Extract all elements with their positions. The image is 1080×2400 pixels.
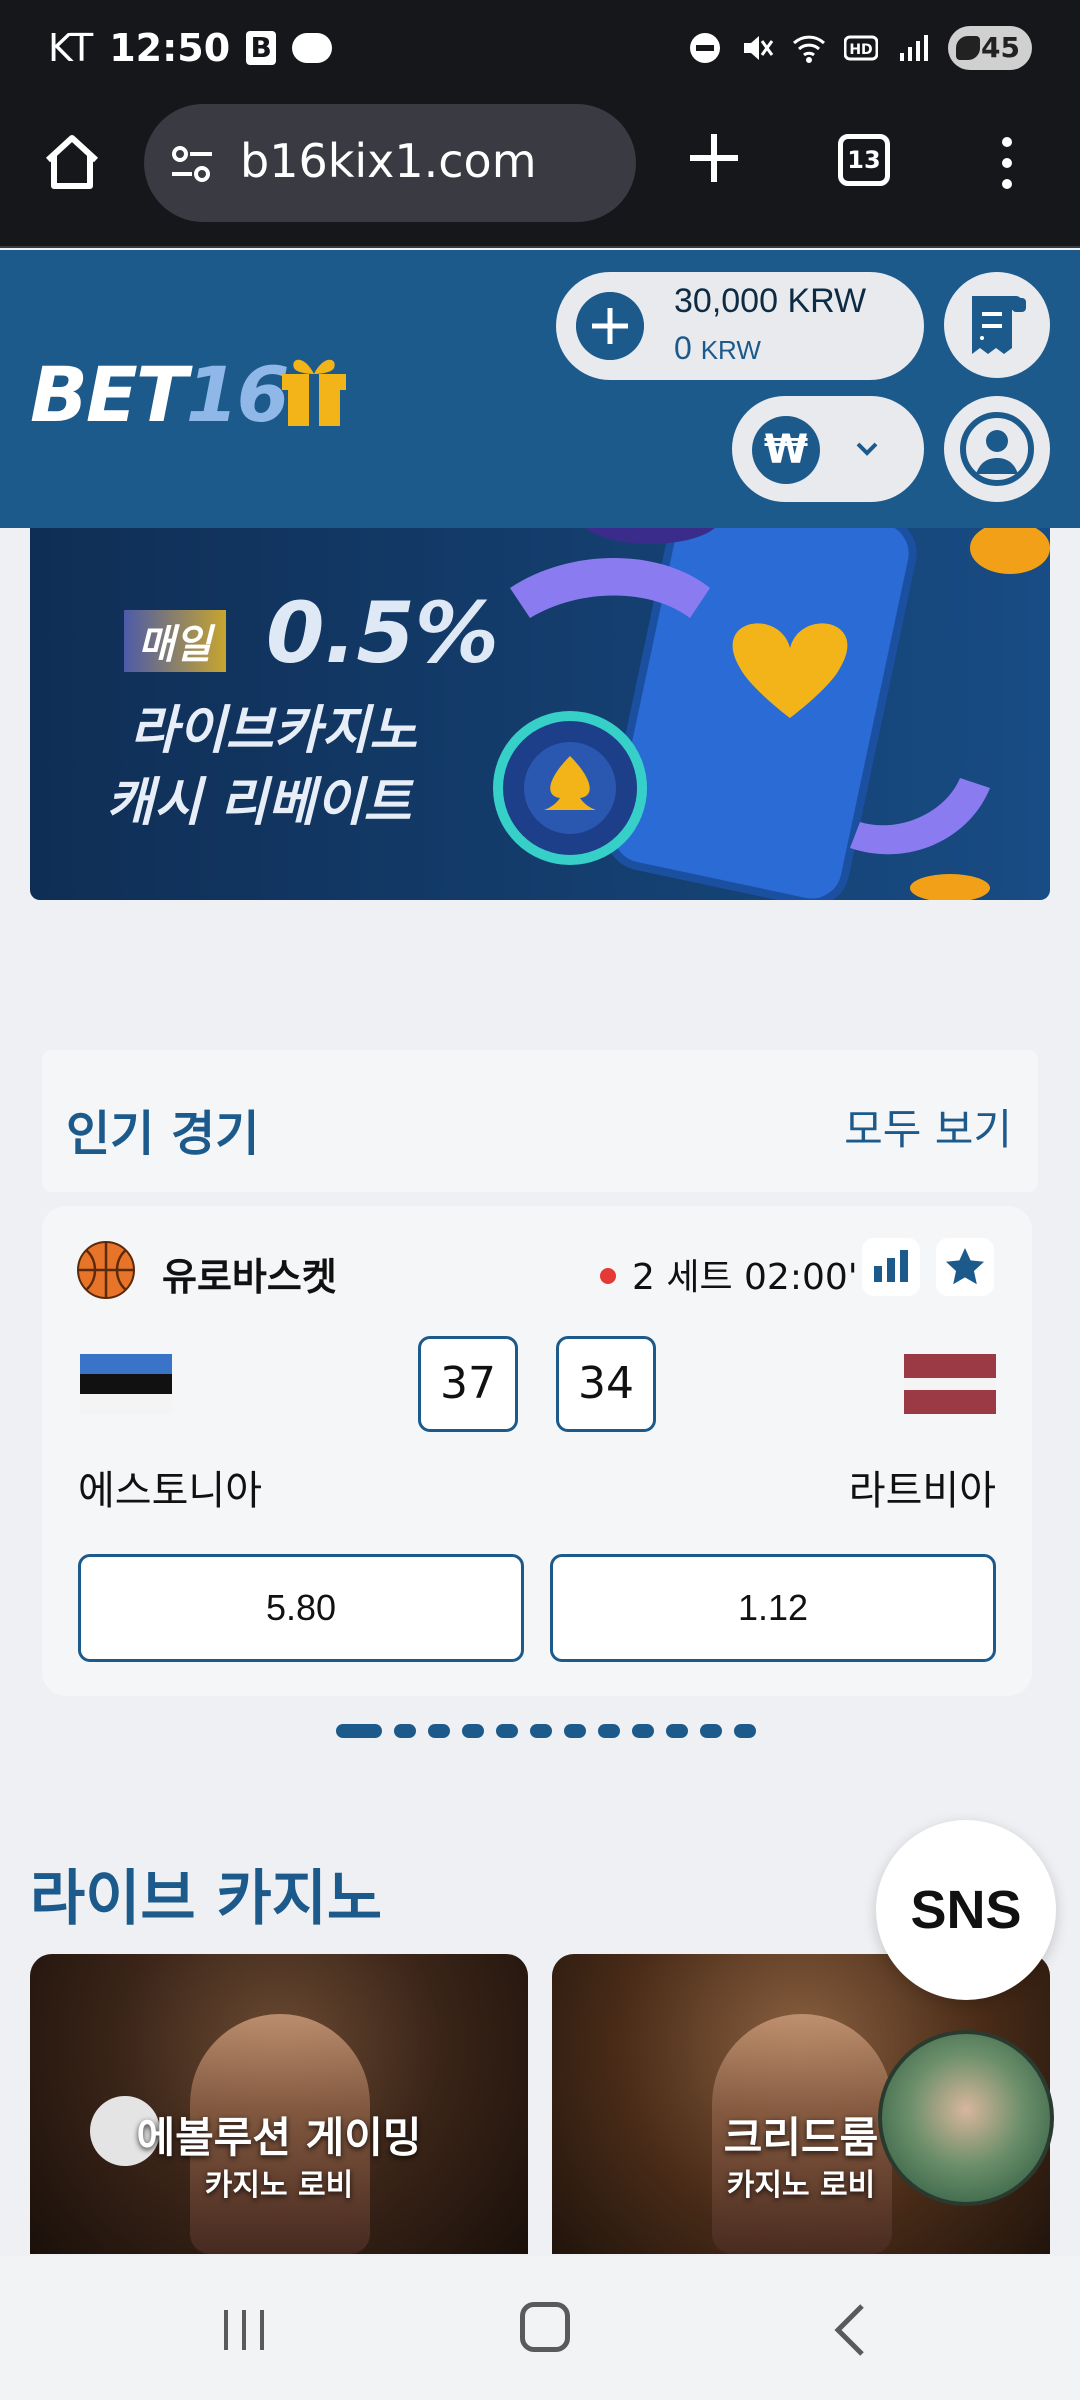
popular-matches-header: 인기 경기 모두 보기 bbox=[42, 1050, 1038, 1192]
receipt-icon bbox=[972, 296, 1026, 354]
recent-apps-icon[interactable] bbox=[218, 2306, 270, 2354]
chat-avatar[interactable] bbox=[878, 2030, 1054, 2206]
pager-dot[interactable] bbox=[734, 1724, 756, 1738]
game-card-evolution[interactable]: 에볼루션 게이밍 카지노 로비 bbox=[30, 1954, 528, 2254]
away-score: 34 bbox=[556, 1336, 656, 1432]
away-team-name: 라트비아 bbox=[848, 1468, 996, 1514]
new-tab-icon[interactable] bbox=[684, 128, 744, 188]
pager-dot[interactable] bbox=[564, 1724, 586, 1738]
back-icon[interactable] bbox=[830, 2302, 870, 2358]
banner-illustration bbox=[493, 528, 1050, 900]
profile-button[interactable] bbox=[944, 396, 1050, 502]
basketball-icon bbox=[77, 1241, 135, 1299]
stats-button[interactable] bbox=[862, 1238, 920, 1296]
mute-icon bbox=[744, 36, 774, 60]
notification-icon bbox=[292, 33, 333, 63]
b-app-icon: B bbox=[246, 31, 277, 65]
status-right: HD 45 bbox=[688, 26, 1032, 70]
banner-percent: 0.5% bbox=[266, 584, 499, 682]
status-bar: KT 12:50 B HD 45 bbox=[0, 0, 1080, 100]
home-odds-button[interactable]: 5.80 bbox=[78, 1554, 524, 1662]
league-name: 유로바스켓 bbox=[162, 1255, 337, 1299]
hd-icon: HD bbox=[844, 35, 878, 61]
site-logo[interactable]: BET16 bbox=[30, 350, 290, 439]
site-settings-icon[interactable] bbox=[170, 142, 214, 186]
home-team-name: 에스토니아 bbox=[78, 1468, 262, 1514]
logo-text: BET bbox=[30, 350, 188, 439]
pager-dot[interactable] bbox=[530, 1724, 552, 1738]
signal-icon bbox=[900, 35, 928, 61]
bet-slip-button[interactable] bbox=[944, 272, 1050, 378]
pager-dot[interactable] bbox=[394, 1724, 416, 1738]
game-subtitle: 카지노 로비 bbox=[204, 2168, 354, 2203]
match-clock: 2 세트 02:00' bbox=[632, 1257, 858, 1298]
dnd-icon bbox=[690, 33, 720, 63]
logo-number: 16 bbox=[185, 350, 290, 439]
latvia-flag-icon bbox=[904, 1354, 996, 1414]
home-score: 37 bbox=[418, 1336, 518, 1432]
carousel-pager[interactable] bbox=[336, 1724, 756, 1740]
favorite-button[interactable] bbox=[936, 1238, 994, 1296]
pager-dot[interactable] bbox=[462, 1724, 484, 1738]
home-nav-icon[interactable] bbox=[520, 2302, 570, 2352]
user-icon bbox=[960, 412, 1034, 486]
home-icon[interactable] bbox=[40, 130, 104, 194]
bar-chart-icon bbox=[874, 1250, 908, 1282]
browser-toolbar: b16kix1.com 13 bbox=[0, 100, 1080, 248]
match-card[interactable]: 유로바스켓 2 세트 02:00' 37 34 에스토니아 라트비아 5.80 … bbox=[42, 1206, 1032, 1696]
star-icon bbox=[946, 1248, 984, 1285]
banner-tag: 매일 bbox=[124, 610, 226, 672]
away-odds-button[interactable]: 1.12 bbox=[550, 1554, 996, 1662]
bonus-balance: 0 KRW bbox=[674, 330, 761, 367]
balance-amount: 30,000 KRW bbox=[674, 282, 867, 320]
system-nav-bar bbox=[0, 2256, 1080, 2400]
wifi-icon bbox=[792, 35, 826, 63]
chevron-down-icon bbox=[856, 442, 878, 456]
url-text[interactable]: b16kix1.com bbox=[240, 134, 537, 188]
pager-dot[interactable] bbox=[700, 1724, 722, 1738]
estonia-flag-icon bbox=[80, 1354, 172, 1414]
balance-widget[interactable]: 30,000 KRW 0 KRW bbox=[556, 272, 924, 380]
game-name: 에볼루션 게이밍 bbox=[136, 2113, 422, 2162]
pager-dot[interactable] bbox=[428, 1724, 450, 1738]
gift-icon[interactable] bbox=[278, 348, 350, 428]
pager-dot[interactable] bbox=[496, 1724, 518, 1738]
status-left: KT 12:50 B bbox=[48, 26, 333, 70]
promo-banner[interactable]: 매일 0.5% 라이브카지노 캐시 리베이트 bbox=[30, 528, 1050, 900]
site-header: BET16 30,000 KRW 0 KRW ₩ bbox=[0, 250, 1080, 528]
banner-subheadline: 캐시 리베이트 bbox=[106, 773, 412, 833]
bonus-balance-value: 0 bbox=[674, 330, 692, 366]
sns-button[interactable]: SNS bbox=[876, 1820, 1056, 2000]
deposit-plus-icon[interactable] bbox=[576, 292, 644, 360]
pager-dot[interactable] bbox=[632, 1724, 654, 1738]
live-casino-title: 라이브 카지노 bbox=[30, 1864, 383, 1934]
tab-switcher-button[interactable]: 13 bbox=[838, 134, 890, 186]
address-bar[interactable]: b16kix1.com bbox=[144, 104, 636, 222]
clock: 12:50 bbox=[109, 26, 231, 70]
section-title: 인기 경기 bbox=[66, 1106, 260, 1162]
carrier-label: KT bbox=[48, 26, 94, 70]
won-currency-icon: ₩ bbox=[752, 416, 820, 484]
svg-text:HD: HD bbox=[849, 42, 872, 58]
pager-dot[interactable] bbox=[336, 1724, 382, 1738]
pager-dot[interactable] bbox=[598, 1724, 620, 1738]
pager-dot[interactable] bbox=[666, 1724, 688, 1738]
live-indicator bbox=[600, 1268, 616, 1284]
view-all-link[interactable]: 모두 보기 bbox=[844, 1096, 1012, 1157]
battery-indicator: 45 bbox=[948, 26, 1032, 70]
banner-headline: 라이브카지노 bbox=[130, 701, 418, 761]
bonus-balance-unit: KRW bbox=[700, 335, 761, 365]
more-menu-icon[interactable] bbox=[992, 136, 1022, 190]
currency-selector[interactable]: ₩ bbox=[732, 396, 924, 502]
